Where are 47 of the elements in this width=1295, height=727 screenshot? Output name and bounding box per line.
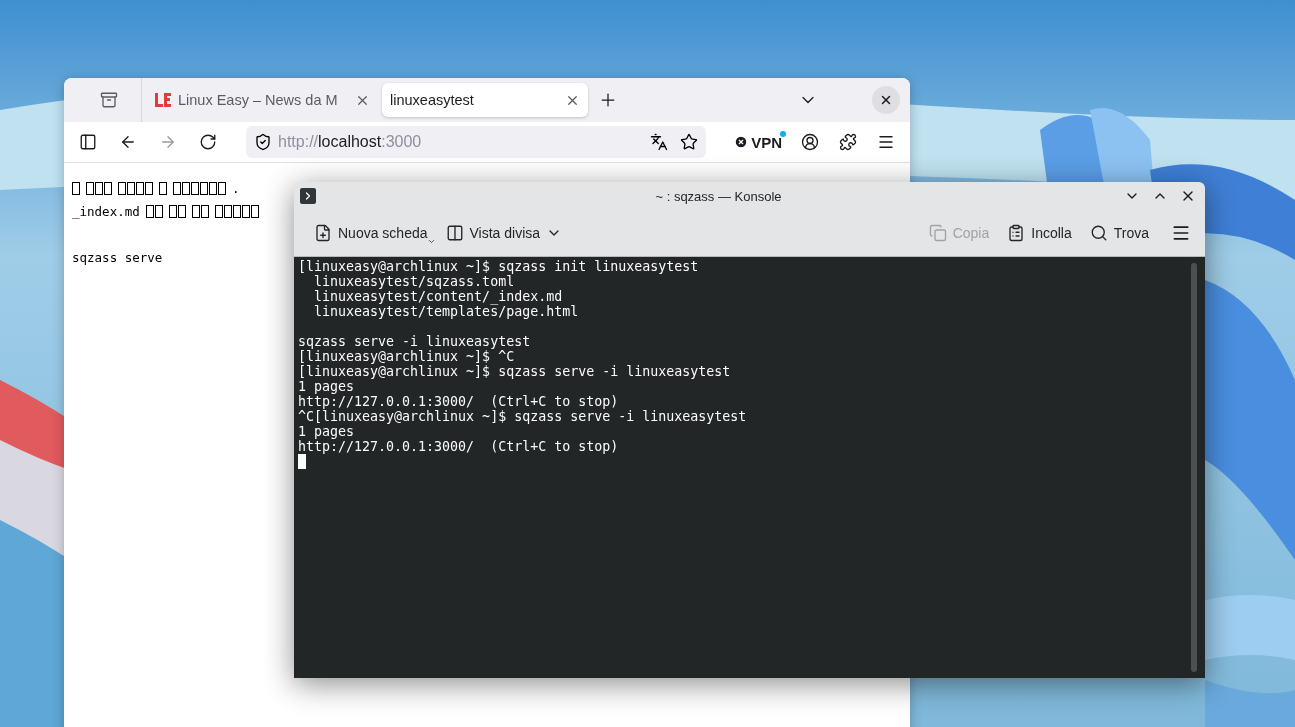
paste-button[interactable]: Incolla bbox=[1001, 220, 1078, 246]
browser-tab[interactable]: linuxeasytest bbox=[382, 83, 588, 117]
split-button[interactable]: Vista divisa bbox=[439, 220, 569, 246]
url-field[interactable]: http://localhost:3000 bbox=[246, 126, 706, 158]
terminal-line: 1 pages bbox=[298, 424, 356, 439]
star-icon[interactable] bbox=[680, 133, 698, 151]
page-text: . bbox=[232, 181, 240, 196]
vpn-button[interactable]: VPN bbox=[732, 131, 784, 153]
translate-icon[interactable] bbox=[650, 133, 668, 151]
terminal-line: linuxeasytest/sqzass.toml bbox=[313, 274, 516, 289]
split-view-icon bbox=[445, 224, 464, 242]
missing-glyph-icon bbox=[159, 182, 167, 195]
terminal-line: [linuxeasy@archlinux ~]$ sqzass init linuxeasytest bbox=[298, 259, 700, 274]
missing-glyph-icon bbox=[118, 182, 153, 195]
missing-glyph-icon bbox=[191, 205, 209, 218]
terminal-icon bbox=[300, 188, 316, 204]
missing-glyph-icon bbox=[173, 182, 226, 195]
text-cursor bbox=[298, 454, 306, 469]
page-text: _index.md bbox=[72, 204, 140, 219]
find-button[interactable]: Trova bbox=[1083, 220, 1155, 246]
terminal-line: sqzass serve -i linuxeasytest bbox=[298, 334, 532, 349]
terminal-line: [linuxeasy@archlinux ~]$ ^C bbox=[298, 349, 516, 364]
clipboard-icon bbox=[1007, 224, 1026, 242]
terminal-line: linuxeasytest/templates/page.html bbox=[313, 304, 580, 319]
close-circle-icon bbox=[734, 135, 749, 149]
terminal-line: linuxeasytest/content/_index.md bbox=[313, 289, 563, 304]
missing-glyph-icon bbox=[72, 182, 80, 195]
page-text: sqzass serve bbox=[72, 250, 163, 265]
terminal-line: http://127.0.0.1:3000/ (Ctrl+C to stop) bbox=[298, 394, 620, 409]
caret-icon bbox=[426, 237, 436, 246]
browser-tab[interactable]: Linux Easy – News da M bbox=[146, 85, 378, 115]
missing-glyph-icon bbox=[168, 205, 186, 218]
window-title: ~ : sqzass — Konsole bbox=[654, 188, 783, 204]
terminal-line: http://127.0.0.1:3000/ (Ctrl+C to stop) bbox=[298, 439, 620, 454]
search-icon bbox=[1089, 224, 1108, 242]
missing-glyph-icon bbox=[214, 205, 259, 218]
scrollbar[interactable] bbox=[1191, 263, 1197, 672]
copy-icon bbox=[928, 224, 947, 242]
new-tab-button[interactable]: Nuova scheda bbox=[308, 220, 434, 246]
shield-icon bbox=[254, 133, 272, 151]
missing-glyph-icon bbox=[145, 205, 163, 218]
logo-icon bbox=[154, 92, 172, 108]
terminal-line: ^C[linuxeasy@archlinux ~]$ sqzass serve -i linuxeasytest bbox=[298, 409, 748, 424]
terminal-line: 1 pages bbox=[298, 379, 356, 394]
new-tab-icon bbox=[314, 224, 332, 242]
missing-glyph-icon bbox=[86, 182, 112, 195]
terminal-line: [linuxeasy@archlinux ~]$ sqzass serve -i linuxeasytest bbox=[298, 364, 732, 379]
